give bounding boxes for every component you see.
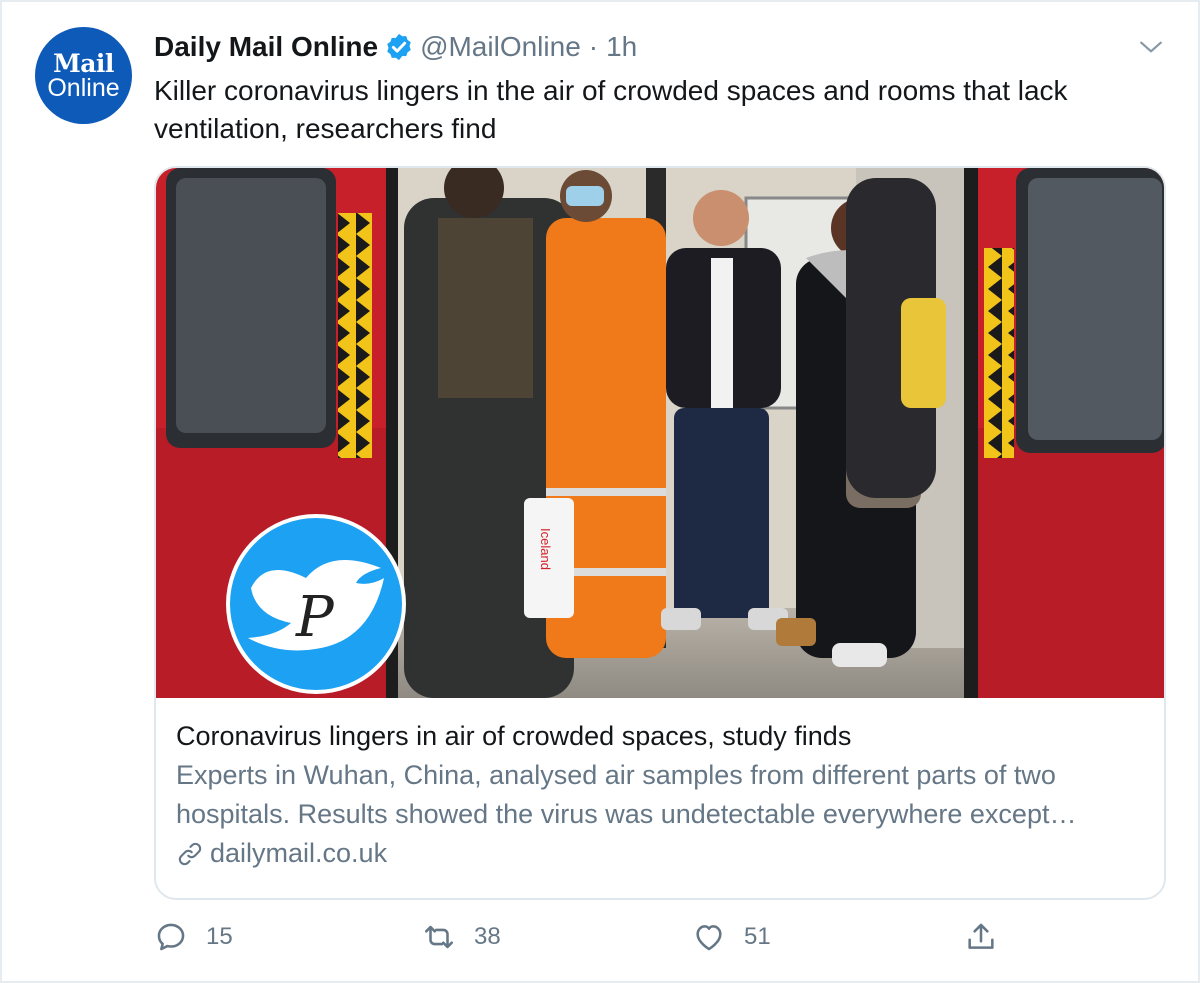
like-count: 51 [744, 923, 771, 950]
link-card[interactable]: Iceland P Coronavirus lingers in air of … [154, 166, 1166, 900]
avatar[interactable]: Mail Online [35, 27, 132, 124]
tweet-actions: 15 38 51 [154, 920, 1014, 964]
reply-icon [157, 923, 185, 951]
reply-count: 15 [206, 923, 233, 950]
bag-text: Iceland [538, 528, 553, 570]
avatar-logo-line1: Mail [53, 48, 114, 78]
retweet-count: 38 [474, 923, 501, 950]
train-photo: Iceland P [156, 168, 1164, 698]
separator-dot: · [588, 31, 599, 62]
like-icon [696, 925, 722, 951]
share-button[interactable] [964, 920, 1016, 954]
watermark-letter: P [295, 585, 335, 650]
avatar-logo-line2: Online [47, 73, 120, 102]
card-body: Coronavirus lingers in air of crowded sp… [156, 698, 1164, 869]
card-domain[interactable]: dailymail.co.uk [176, 838, 1144, 869]
tweet-header: Daily Mail Online @MailOnline · 1h [154, 28, 637, 66]
card-title: Coronavirus lingers in air of crowded sp… [176, 721, 852, 751]
tweet-time[interactable]: 1h [606, 31, 637, 63]
link-icon [178, 842, 202, 865]
account-handle[interactable]: @MailOnline [420, 31, 581, 63]
watermark-logo: P [226, 514, 406, 694]
tweet[interactable]: Mail Online Daily Mail Online @MailOnlin… [0, 0, 1200, 983]
share-icon [968, 923, 994, 949]
retweet-icon [424, 925, 454, 949]
card-description: Experts in Wuhan, China, analysed air sa… [176, 760, 1077, 829]
reply-button[interactable]: 15 [154, 920, 233, 954]
tweet-text: Killer coronavirus lingers in the air of… [154, 75, 1068, 144]
account-name[interactable]: Daily Mail Online [154, 31, 378, 63]
like-button[interactable]: 51 [692, 920, 771, 954]
card-image[interactable]: Iceland P [156, 168, 1164, 698]
verified-badge-icon [387, 33, 411, 61]
card-domain-text: dailymail.co.uk [210, 838, 388, 868]
retweet-button[interactable]: 38 [422, 920, 501, 954]
chevron-down-icon[interactable] [1138, 34, 1164, 60]
